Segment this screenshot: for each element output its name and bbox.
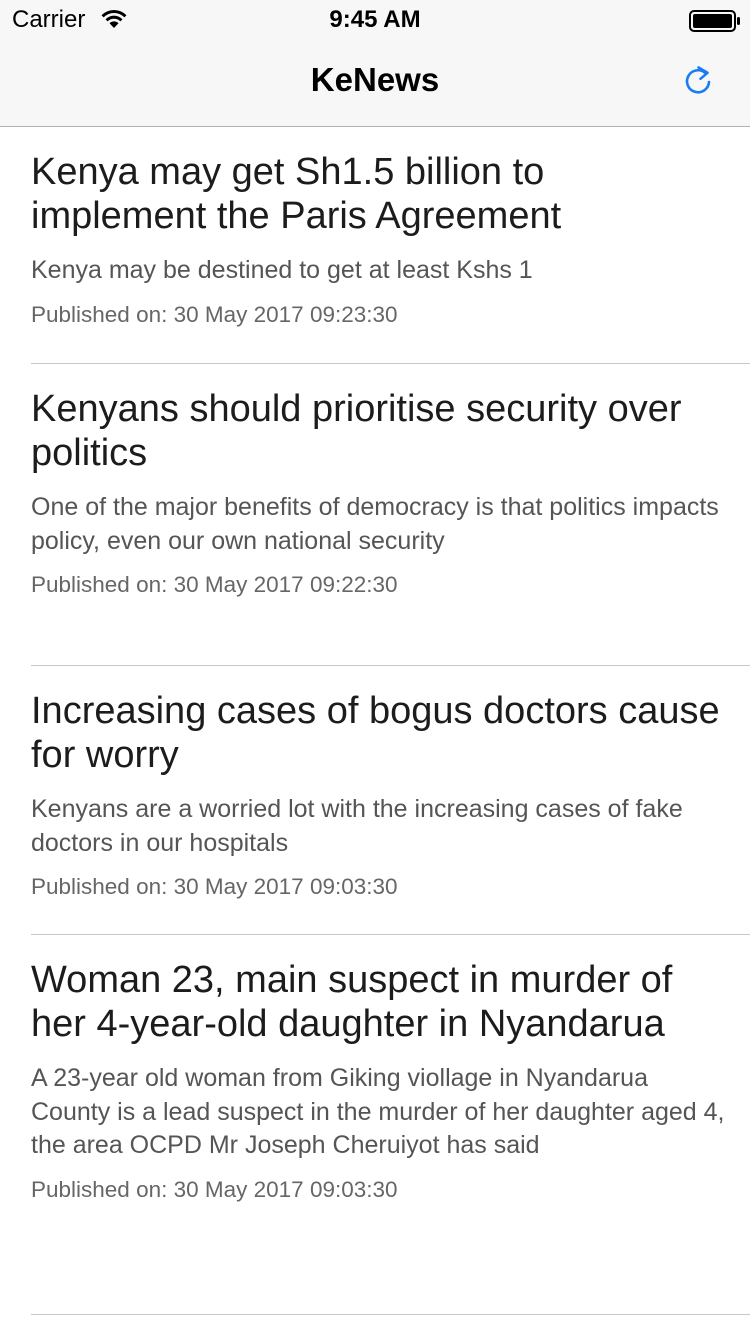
news-list-item[interactable]: Kenyans should prioritise security over …: [0, 364, 750, 666]
status-time: 9:45 AM: [329, 6, 421, 33]
article-title: Increasing cases of bogus doctors cause …: [31, 690, 720, 776]
news-list-item[interactable]: Kenya may get Sh1.5 billion to implement…: [0, 127, 750, 364]
news-list-item[interactable]: Woman 23, main suspect in murder of her …: [0, 935, 750, 1315]
status-bar: Carrier 9:45 AM: [0, 0, 750, 40]
article-title: Kenya may get Sh1.5 billion to implement…: [31, 151, 562, 237]
top-chrome: Carrier 9:45 AM KeNews: [0, 0, 750, 127]
article-title: Kenyans should prioritise security over …: [31, 388, 682, 474]
refresh-icon: [685, 66, 711, 94]
article-summary: Kenyans are a worried lot with the incre…: [31, 795, 683, 857]
article-title: Woman 23, main suspect in murder of her …: [31, 959, 673, 1045]
news-list: Kenya may get Sh1.5 billion to implement…: [0, 127, 750, 1315]
article-summary: A 23-year old woman from Giking viollage…: [31, 1064, 725, 1159]
article-published-date: Published on: 30 May 2017 09:22:30: [31, 572, 398, 597]
app-screen: Carrier 9:45 AM KeNews Kenya may get Sh1…: [0, 0, 750, 1334]
article-summary: Kenya may be destined to get at least Ks…: [31, 256, 533, 284]
navigation-bar: KeNews: [0, 40, 750, 126]
news-list-item[interactable]: Increasing cases of bogus doctors cause …: [0, 666, 750, 935]
article-published-date: Published on: 30 May 2017 09:23:30: [31, 301, 398, 327]
refresh-button[interactable]: [678, 60, 718, 100]
battery-icon: [689, 10, 741, 32]
article-published-date: Published on: 30 May 2017 09:03:30: [31, 874, 398, 899]
article-published-date: Published on: 30 May 2017 09:03:30: [31, 1176, 398, 1202]
nav-title: KeNews: [310, 61, 440, 98]
article-summary: One of the major benefits of democracy i…: [31, 493, 719, 555]
